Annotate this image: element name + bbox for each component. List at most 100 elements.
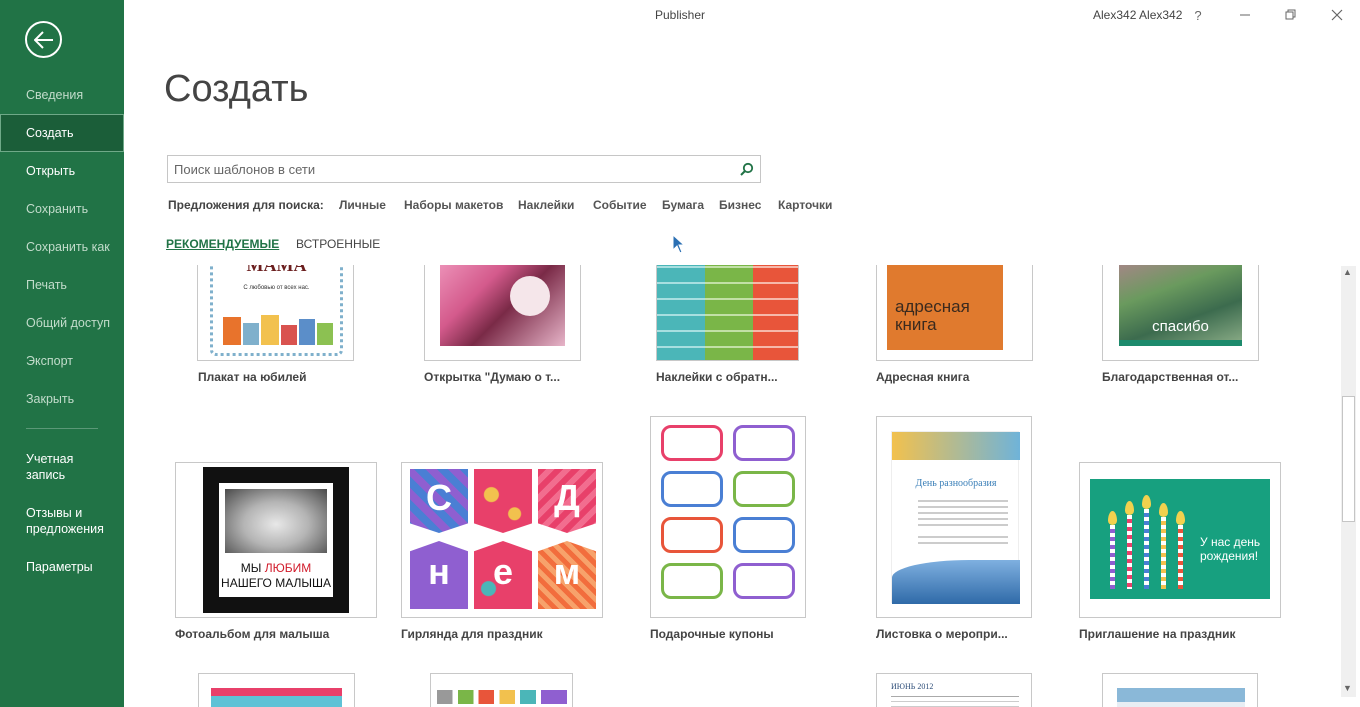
search-suggestions-label: Предложения для поиска: <box>168 198 324 212</box>
nav-info[interactable]: Сведения <box>0 87 124 103</box>
arrow-left-icon <box>33 30 53 49</box>
search-icon[interactable] <box>740 162 754 181</box>
coupon <box>661 563 723 599</box>
album-page: МЫ ЛЮБИМ НАШЕГО МАЛЫША <box>219 483 333 597</box>
candle <box>1110 525 1115 589</box>
search-input[interactable] <box>174 160 734 178</box>
template-partial[interactable] <box>1102 673 1258 707</box>
gift-box <box>281 325 297 345</box>
gift-box <box>243 323 259 345</box>
nav-new[interactable]: Создать <box>0 114 124 152</box>
pennant-letter: м <box>553 551 581 592</box>
nav-share[interactable]: Общий доступ <box>0 315 124 331</box>
candle <box>1178 525 1183 589</box>
flyer-text-lines <box>918 500 1008 502</box>
suggestion-event[interactable]: Событие <box>593 198 647 212</box>
template-thumbnail <box>211 688 342 707</box>
template-thumbnail-band <box>437 690 567 704</box>
minimize-button[interactable] <box>1233 4 1257 26</box>
user-name[interactable]: Alex342 Alex342 <box>1093 8 1182 22</box>
gift-box <box>261 315 279 345</box>
tab-built-in[interactable]: ВСТРОЕННЫЕ <box>296 237 380 251</box>
nav-options[interactable]: Параметры <box>0 559 124 575</box>
template-search-box[interactable] <box>167 155 761 183</box>
suggestion-layout-sets[interactable]: Наборы макетов <box>404 198 503 212</box>
album-word-we: МЫ <box>240 561 262 575</box>
address-book-title: адресная книга <box>895 297 970 334</box>
minimize-icon <box>1240 14 1250 16</box>
suggestion-paper[interactable]: Бумага <box>662 198 704 212</box>
nav-close[interactable]: Закрыть <box>0 391 124 407</box>
template-gift-coupons[interactable] <box>650 416 806 618</box>
nav-save[interactable]: Сохранить <box>0 201 124 217</box>
tab-featured[interactable]: РЕКОМЕНДУЕМЫЕ <box>166 237 279 251</box>
scroll-up-icon[interactable]: ▲ <box>1343 267 1352 277</box>
coupon <box>661 517 723 553</box>
restore-icon <box>1285 9 1296 20</box>
pennant-letter: Д <box>554 477 580 518</box>
template-thank-you[interactable]: спасибо <box>1102 265 1259 361</box>
address-book-cover: адресная книга <box>887 265 1003 350</box>
coupon <box>733 517 795 553</box>
template-thinking-card[interactable] <box>424 265 581 361</box>
template-label: Открытка "Думаю о т... <box>424 370 561 384</box>
nav-separator <box>26 428 98 429</box>
flame <box>1159 503 1168 517</box>
flame <box>1125 501 1134 515</box>
nav-account[interactable]: Учетная запись <box>0 451 100 483</box>
nav-save-as[interactable]: Сохранить как <box>0 239 124 255</box>
template-party-invitation[interactable]: У нас день рождения! <box>1079 462 1281 618</box>
restore-button[interactable] <box>1279 4 1303 26</box>
baby-photo <box>225 489 327 553</box>
back-button[interactable] <box>25 21 62 58</box>
jubilee-poster-frame: МАМА С любовью от всех нас. <box>210 265 343 356</box>
nav-feedback[interactable]: Отзывы и предложения <box>0 505 110 537</box>
template-label: Подарочные купоны <box>650 627 774 641</box>
template-label: Листовка о меропри... <box>876 627 1008 641</box>
help-button[interactable]: ? <box>1186 4 1210 26</box>
template-label: Плакат на юбилей <box>198 370 307 384</box>
suggestion-cards[interactable]: Карточки <box>778 198 832 212</box>
pennant: е <box>474 541 532 609</box>
template-party-garland[interactable]: С Д н е м <box>401 462 603 618</box>
nav-open[interactable]: Открыть <box>0 163 124 179</box>
label-strip-teal <box>657 265 705 360</box>
suggestion-personal[interactable]: Личные <box>339 198 386 212</box>
template-event-flyer[interactable]: День разнообразия <box>876 416 1032 618</box>
flyer-title: День разнообразия <box>915 478 997 489</box>
template-label: Благодарственная от... <box>1102 370 1239 384</box>
template-thumbnail <box>1117 688 1245 707</box>
template-label: Адресная книга <box>876 370 970 384</box>
suggestion-business[interactable]: Бизнес <box>719 198 761 212</box>
template-partial[interactable] <box>198 673 355 707</box>
label-strip-orange <box>753 265 798 360</box>
thank-you-bar <box>1119 340 1242 346</box>
scroll-down-icon[interactable]: ▼ <box>1343 683 1352 693</box>
jubilee-poster-title: МАМА <box>246 265 307 275</box>
nav-export[interactable]: Экспорт <box>0 353 124 369</box>
pennant: м <box>538 541 596 609</box>
coupon <box>661 471 723 507</box>
album-caption-line2: НАШЕГО МАЛЫША <box>221 576 331 590</box>
thank-you-text: спасибо <box>1152 318 1209 335</box>
pennant-letter: е <box>492 551 514 592</box>
flame <box>1108 511 1117 525</box>
jubilee-poster-subtitle: С любовью от всех нас. <box>243 285 310 291</box>
template-label: Наклейки с обратн... <box>656 370 778 384</box>
close-button[interactable] <box>1325 4 1349 26</box>
gift-box <box>299 319 315 345</box>
template-partial[interactable] <box>430 673 573 707</box>
template-partial-calendar[interactable]: ИЮНЬ 2012 <box>876 673 1032 707</box>
coupon <box>733 425 795 461</box>
template-gallery: МАМА С любовью от всех нас. Плакат на юб… <box>124 265 1340 707</box>
scrollbar-thumb[interactable] <box>1342 396 1355 522</box>
template-return-labels[interactable] <box>656 265 799 361</box>
calendar-month: ИЮНЬ 2012 <box>891 682 934 691</box>
template-jubilee-poster[interactable]: МАМА С любовью от всех нас. <box>197 265 354 361</box>
coupon-sheet <box>661 425 797 611</box>
suggestion-labels[interactable]: Наклейки <box>518 198 574 212</box>
nav-print[interactable]: Печать <box>0 277 124 293</box>
template-baby-album[interactable]: МЫ ЛЮБИМ НАШЕГО МАЛЫША <box>175 462 377 618</box>
template-address-book[interactable]: адресная книга <box>876 265 1033 361</box>
template-label: Гирлянда для праздник <box>401 627 543 641</box>
